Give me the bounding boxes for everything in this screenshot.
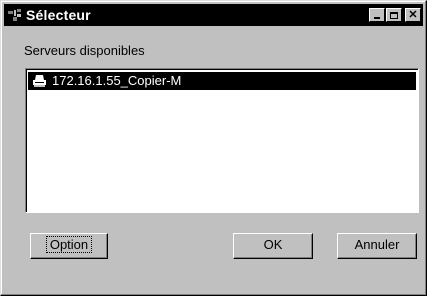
chooser-app-icon bbox=[8, 9, 21, 21]
server-name: 172.16.1.55_Copier-M bbox=[52, 73, 182, 88]
maximize-button[interactable] bbox=[386, 8, 402, 22]
option-button-label: Option bbox=[45, 236, 93, 253]
title-bar[interactable]: Sélecteur ✕ bbox=[4, 4, 423, 26]
printer-icon bbox=[33, 75, 46, 87]
servers-listbox[interactable]: 172.16.1.55_Copier-M bbox=[25, 68, 419, 213]
cancel-button[interactable]: Annuler bbox=[337, 233, 417, 259]
window-title: Sélecteur bbox=[26, 7, 91, 23]
list-item[interactable]: 172.16.1.55_Copier-M bbox=[28, 72, 416, 90]
maximize-icon bbox=[390, 11, 398, 19]
servers-label: Serveurs disponibles bbox=[24, 43, 145, 58]
minimize-button[interactable] bbox=[369, 8, 385, 22]
close-button[interactable]: ✕ bbox=[405, 8, 421, 22]
minimize-icon bbox=[374, 17, 380, 19]
option-button[interactable]: Option bbox=[30, 233, 108, 259]
close-icon: ✕ bbox=[408, 8, 418, 21]
selector-dialog: Sélecteur ✕ Serveurs disponibles 172.16.… bbox=[0, 0, 427, 296]
ok-button[interactable]: OK bbox=[233, 233, 313, 259]
